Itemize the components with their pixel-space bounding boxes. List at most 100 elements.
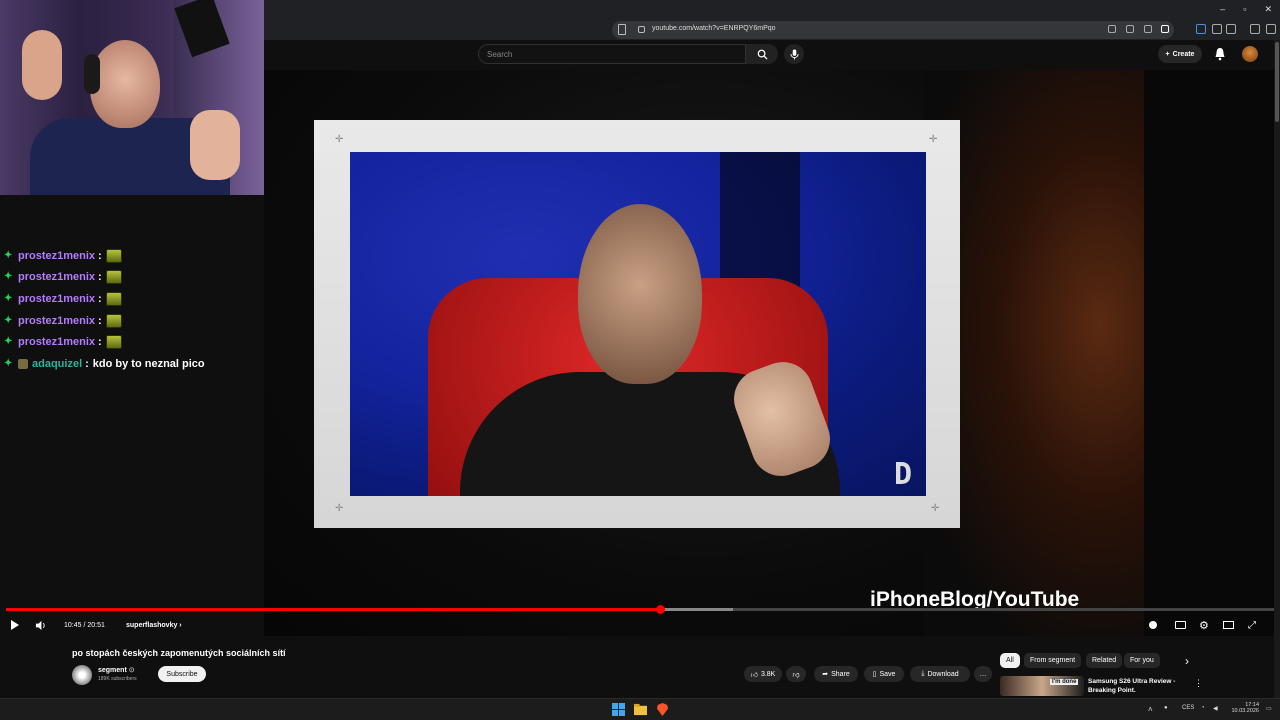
thumbnail-text: I'm done [1050, 679, 1079, 685]
chat-username: prostez1menix [18, 249, 96, 262]
time-display: 10:45 / 20:51 [64, 621, 105, 629]
like-button[interactable]: 👍︎ 3.8K [744, 666, 782, 682]
play-button[interactable] [11, 619, 19, 631]
chat-username: prostez1menix [18, 292, 96, 305]
dislike-button[interactable]: 👎︎ [786, 666, 806, 682]
speaker-icon[interactable]: ◀ [1213, 705, 1218, 712]
maximize-button[interactable]: ▫ [1243, 4, 1246, 15]
gear-icon: ⚙ [1199, 619, 1209, 632]
chat-username: prostez1menix [18, 314, 96, 327]
notifications-icon[interactable]: ▭ [1266, 705, 1272, 712]
chat-username: prostez1menix [18, 336, 96, 349]
account-avatar[interactable] [1242, 46, 1258, 62]
close-window-button[interactable]: ✕ [1264, 4, 1272, 15]
window-controls: – ▫ ✕ [1220, 4, 1272, 15]
site-info-icon[interactable] [638, 26, 645, 33]
scrollbar-thumb[interactable] [1275, 42, 1279, 122]
video-player[interactable]: ✛ ✛ ✛ ✛ D iPhoneBlog/YouTube [264, 70, 1280, 636]
bookmark-icon[interactable] [618, 24, 626, 35]
minimize-button[interactable]: – [1220, 4, 1225, 15]
chat-username: prostez1menix [18, 271, 96, 284]
chip-all[interactable]: All [1000, 653, 1020, 668]
chat-message: ✦ prostez1menix : [0, 267, 264, 289]
fullscreen-button[interactable]: ⤢ [1248, 619, 1256, 631]
autoplay-icon [1149, 621, 1157, 629]
d-logo: D [893, 457, 912, 492]
address-bar[interactable]: youtube.com/watch?v=ENRPQY6mPqo [612, 21, 1174, 39]
taskbar-clock[interactable]: 17:14 10.03.2026 [1227, 702, 1259, 714]
chip-for-you[interactable]: For you [1124, 653, 1160, 668]
channel-avatar[interactable] [72, 665, 92, 685]
share-button[interactable]: ➦ Share [814, 666, 858, 682]
seek-bar[interactable] [6, 605, 1274, 614]
captions-button[interactable] [1175, 619, 1186, 631]
captions-icon [1175, 621, 1186, 629]
voice-search-button[interactable] [784, 44, 804, 64]
search-button[interactable] [746, 44, 778, 64]
share-icon: ➦ [822, 671, 829, 678]
search-icon [757, 49, 768, 60]
stream-chat: ✦ prostez1menix : ✦ prostez1menix : ✦ pr… [0, 245, 264, 375]
chat-text: kdo by to neznal pico [92, 357, 205, 370]
tray-overflow-icon[interactable]: ˄ [1148, 705, 1153, 714]
chat-message: ✦ prostez1menix : [0, 288, 264, 310]
theater-mode-button[interactable] [1223, 619, 1234, 631]
kick-badge-icon: ✦ [4, 357, 13, 369]
settings-button[interactable]: ⚙ [1199, 619, 1209, 632]
tray-mic-icon[interactable]: ● [1164, 705, 1168, 711]
chip-from-segment[interactable]: From segment [1024, 653, 1082, 668]
recommended-menu-icon[interactable]: ⋮ [1194, 678, 1203, 689]
chapter-link[interactable]: superflashovky › [126, 619, 182, 631]
crosshair-icon: ✛ [335, 134, 344, 145]
chip-related[interactable]: Related [1086, 653, 1123, 668]
thumbs-down-icon: 👎︎ [792, 671, 800, 679]
extension-icon[interactable] [1196, 24, 1206, 34]
brave-browser-icon[interactable] [656, 703, 669, 716]
youtube-header: Search + Create [264, 40, 1280, 70]
search-input[interactable]: Search [478, 44, 746, 64]
headset [84, 54, 100, 94]
chat-message: ✦ prostez1menix : [0, 245, 264, 267]
file-explorer-icon[interactable] [634, 703, 647, 716]
crosshair-icon: ✛ [335, 503, 344, 514]
notifications-bell-icon[interactable] [1214, 47, 1226, 61]
extensions-puzzle-icon[interactable] [1212, 24, 1222, 34]
save-button[interactable]: ▯ Save [864, 666, 904, 682]
bookmark-save-icon: ▯ [872, 671, 877, 678]
create-button[interactable]: + Create [1158, 45, 1202, 63]
menu-icon[interactable] [1266, 24, 1276, 34]
windows-start-icon[interactable] [612, 703, 625, 716]
translate-icon[interactable] [1108, 25, 1116, 33]
crosshair-icon: ✛ [931, 503, 940, 514]
cast-icon[interactable] [1126, 25, 1134, 33]
wifi-icon[interactable]: ◔ [1201, 705, 1205, 711]
subscribe-button[interactable]: Subscribe [158, 666, 206, 682]
emote-icon [105, 335, 122, 350]
recommended-thumbnail[interactable]: I'm done [1000, 676, 1084, 696]
chip-next-arrow-icon[interactable]: › [1185, 654, 1189, 668]
subscriber-count: 189K subscribers [98, 676, 137, 682]
fullscreen-icon: ⤢ [1248, 619, 1256, 631]
language-indicator[interactable]: CES [1182, 705, 1194, 711]
brave-shield-icon[interactable] [1161, 25, 1169, 33]
search-placeholder: Search [487, 50, 513, 59]
media-icon[interactable] [1250, 24, 1260, 34]
microphone-icon [789, 49, 799, 59]
page-scrollbar[interactable] [1274, 40, 1280, 698]
autoplay-toggle[interactable] [1149, 619, 1157, 631]
crosshair-icon: ✛ [929, 134, 938, 145]
player-controls: 10:45 / 20:51 superflashovky › ⚙ ⤢ [0, 615, 1280, 635]
more-actions-button[interactable]: … [974, 666, 992, 682]
url-text[interactable]: youtube.com/watch?v=ENRPQY6mPqo [652, 25, 776, 32]
kick-badge-icon: ✦ [4, 314, 13, 326]
share-page-icon[interactable] [1144, 25, 1152, 33]
download-button[interactable]: ⤓ Download [910, 666, 970, 682]
volume-button[interactable] [35, 619, 46, 631]
plus-icon: + [1165, 50, 1170, 58]
sidebar-icon[interactable] [1226, 24, 1236, 34]
kick-badge-icon: ✦ [4, 336, 13, 348]
channel-name[interactable]: segment ⊙ [98, 666, 135, 674]
kick-badge-icon: ✦ [4, 271, 13, 283]
download-icon: ⤓ [921, 670, 925, 677]
recommended-title[interactable]: Samsung S26 Ultra Review - Breaking Poin… [1088, 677, 1182, 695]
